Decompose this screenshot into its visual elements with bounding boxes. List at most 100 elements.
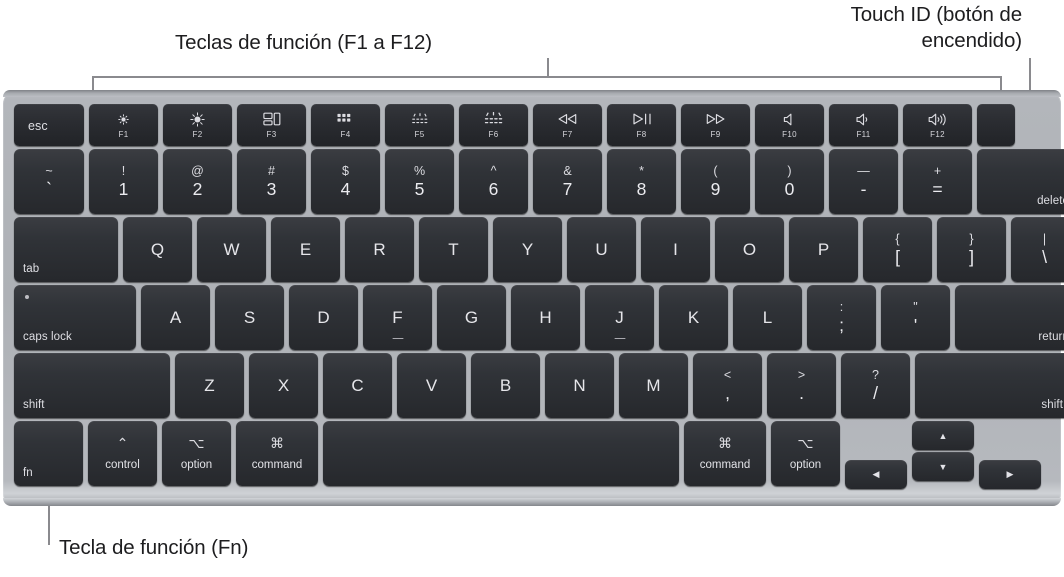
key-2-lower: 2: [192, 178, 203, 199]
key-f3[interactable]: F3: [237, 104, 306, 146]
key-option-right[interactable]: ⌥ option: [771, 421, 840, 486]
key-backslash[interactable]: | \: [1011, 217, 1064, 282]
key-b-label: B: [499, 375, 512, 395]
key-t[interactable]: T: [419, 217, 488, 282]
key-y[interactable]: Y: [493, 217, 562, 282]
key-n[interactable]: N: [545, 353, 614, 418]
key-d[interactable]: D: [289, 285, 358, 350]
key-z[interactable]: Z: [175, 353, 244, 418]
key-o[interactable]: O: [715, 217, 784, 282]
key-return[interactable]: return: [955, 285, 1064, 350]
key-delete[interactable]: delete: [977, 149, 1064, 214]
key-shift-right[interactable]: shift: [915, 353, 1064, 418]
rewind-icon: [557, 112, 578, 127]
key-tab[interactable]: tab: [14, 217, 118, 282]
key-j[interactable]: J: [585, 285, 654, 350]
key-touch-id[interactable]: [977, 104, 1015, 146]
key-9-upper: (: [713, 163, 718, 178]
key-f6[interactable]: F6: [459, 104, 528, 146]
volume-down-icon: [855, 112, 872, 127]
key-w[interactable]: W: [197, 217, 266, 282]
key-4[interactable]: $ 4: [311, 149, 380, 214]
key-equal[interactable]: + =: [903, 149, 972, 214]
key-shift-left[interactable]: shift: [14, 353, 170, 418]
key-k[interactable]: K: [659, 285, 728, 350]
key-comma-lower: ,: [725, 382, 730, 403]
key-grave[interactable]: ~ `: [14, 149, 84, 214]
key-arrow-up[interactable]: ▲: [912, 421, 974, 450]
key-command-left-label: command: [251, 459, 303, 471]
key-command-right[interactable]: ⌘ command: [684, 421, 766, 486]
key-3[interactable]: # 3: [237, 149, 306, 214]
key-minus[interactable]: — -: [829, 149, 898, 214]
key-quote[interactable]: " ': [881, 285, 950, 350]
key-i[interactable]: I: [641, 217, 710, 282]
key-f12[interactable]: F12: [903, 104, 972, 146]
control-symbol-icon: ⌃: [116, 435, 129, 451]
key-fn[interactable]: fn: [14, 421, 83, 486]
key-l[interactable]: L: [733, 285, 802, 350]
bracket-stem: [547, 58, 549, 78]
key-equal-lower: =: [932, 178, 943, 199]
key-bracket-left[interactable]: { [: [863, 217, 932, 282]
key-6-lower: 6: [488, 178, 499, 199]
key-2[interactable]: @ 2: [163, 149, 232, 214]
key-s[interactable]: S: [215, 285, 284, 350]
key-9[interactable]: ( 9: [681, 149, 750, 214]
key-f8[interactable]: F8: [607, 104, 676, 146]
key-v[interactable]: V: [397, 353, 466, 418]
key-semicolon[interactable]: : ;: [807, 285, 876, 350]
key-f[interactable]: F: [363, 285, 432, 350]
key-r[interactable]: R: [345, 217, 414, 282]
key-p[interactable]: P: [789, 217, 858, 282]
key-g[interactable]: G: [437, 285, 506, 350]
key-bracket-right[interactable]: } ]: [937, 217, 1006, 282]
key-x[interactable]: X: [249, 353, 318, 418]
key-f-label: F: [392, 307, 403, 327]
key-u[interactable]: U: [567, 217, 636, 282]
key-1[interactable]: ! 1: [89, 149, 158, 214]
key-arrow-right[interactable]: ▶: [979, 460, 1041, 489]
key-option-left[interactable]: ⌥ option: [162, 421, 231, 486]
key-period[interactable]: > .: [767, 353, 836, 418]
key-slash[interactable]: ? /: [841, 353, 910, 418]
key-f10[interactable]: F10: [755, 104, 824, 146]
key-f9[interactable]: F9: [681, 104, 750, 146]
key-space[interactable]: [323, 421, 679, 486]
key-h[interactable]: H: [511, 285, 580, 350]
key-a[interactable]: A: [141, 285, 210, 350]
key-comma[interactable]: < ,: [693, 353, 762, 418]
key-e[interactable]: E: [271, 217, 340, 282]
key-c[interactable]: C: [323, 353, 392, 418]
key-f1[interactable]: F1: [89, 104, 158, 146]
key-o-label: O: [742, 239, 757, 259]
arrow-down-icon: ▼: [938, 461, 948, 472]
key-q[interactable]: Q: [123, 217, 192, 282]
key-f4[interactable]: F4: [311, 104, 380, 146]
key-n-label: N: [573, 375, 586, 395]
key-7[interactable]: & 7: [533, 149, 602, 214]
key-f2[interactable]: F2: [163, 104, 232, 146]
qwerty-key-row: tab Q W E R T Y U I O P {[}] | \: [14, 217, 1064, 282]
key-m[interactable]: M: [619, 353, 688, 418]
brightness-down-icon: [116, 112, 131, 127]
key-tab-label: tab: [23, 263, 40, 275]
key-b[interactable]: B: [471, 353, 540, 418]
key-arrow-down[interactable]: ▼: [912, 452, 974, 481]
key-backslash-upper: |: [1042, 231, 1047, 246]
key-f7[interactable]: F7: [533, 104, 602, 146]
caps-lock-indicator-icon: [25, 295, 29, 299]
key-8[interactable]: * 8: [607, 149, 676, 214]
key-f5[interactable]: F5: [385, 104, 454, 146]
mute-icon: [783, 112, 796, 127]
command-symbol-icon: ⌘: [718, 435, 732, 451]
key-6[interactable]: ^ 6: [459, 149, 528, 214]
key-control[interactable]: ⌃ control: [88, 421, 157, 486]
key-command-left[interactable]: ⌘ command: [236, 421, 318, 486]
key-0[interactable]: ) 0: [755, 149, 824, 214]
key-esc[interactable]: esc: [14, 104, 84, 146]
key-caps-lock[interactable]: caps lock: [14, 285, 136, 350]
key-f11[interactable]: F11: [829, 104, 898, 146]
key-arrow-left[interactable]: ◀: [845, 460, 907, 489]
key-5[interactable]: % 5: [385, 149, 454, 214]
